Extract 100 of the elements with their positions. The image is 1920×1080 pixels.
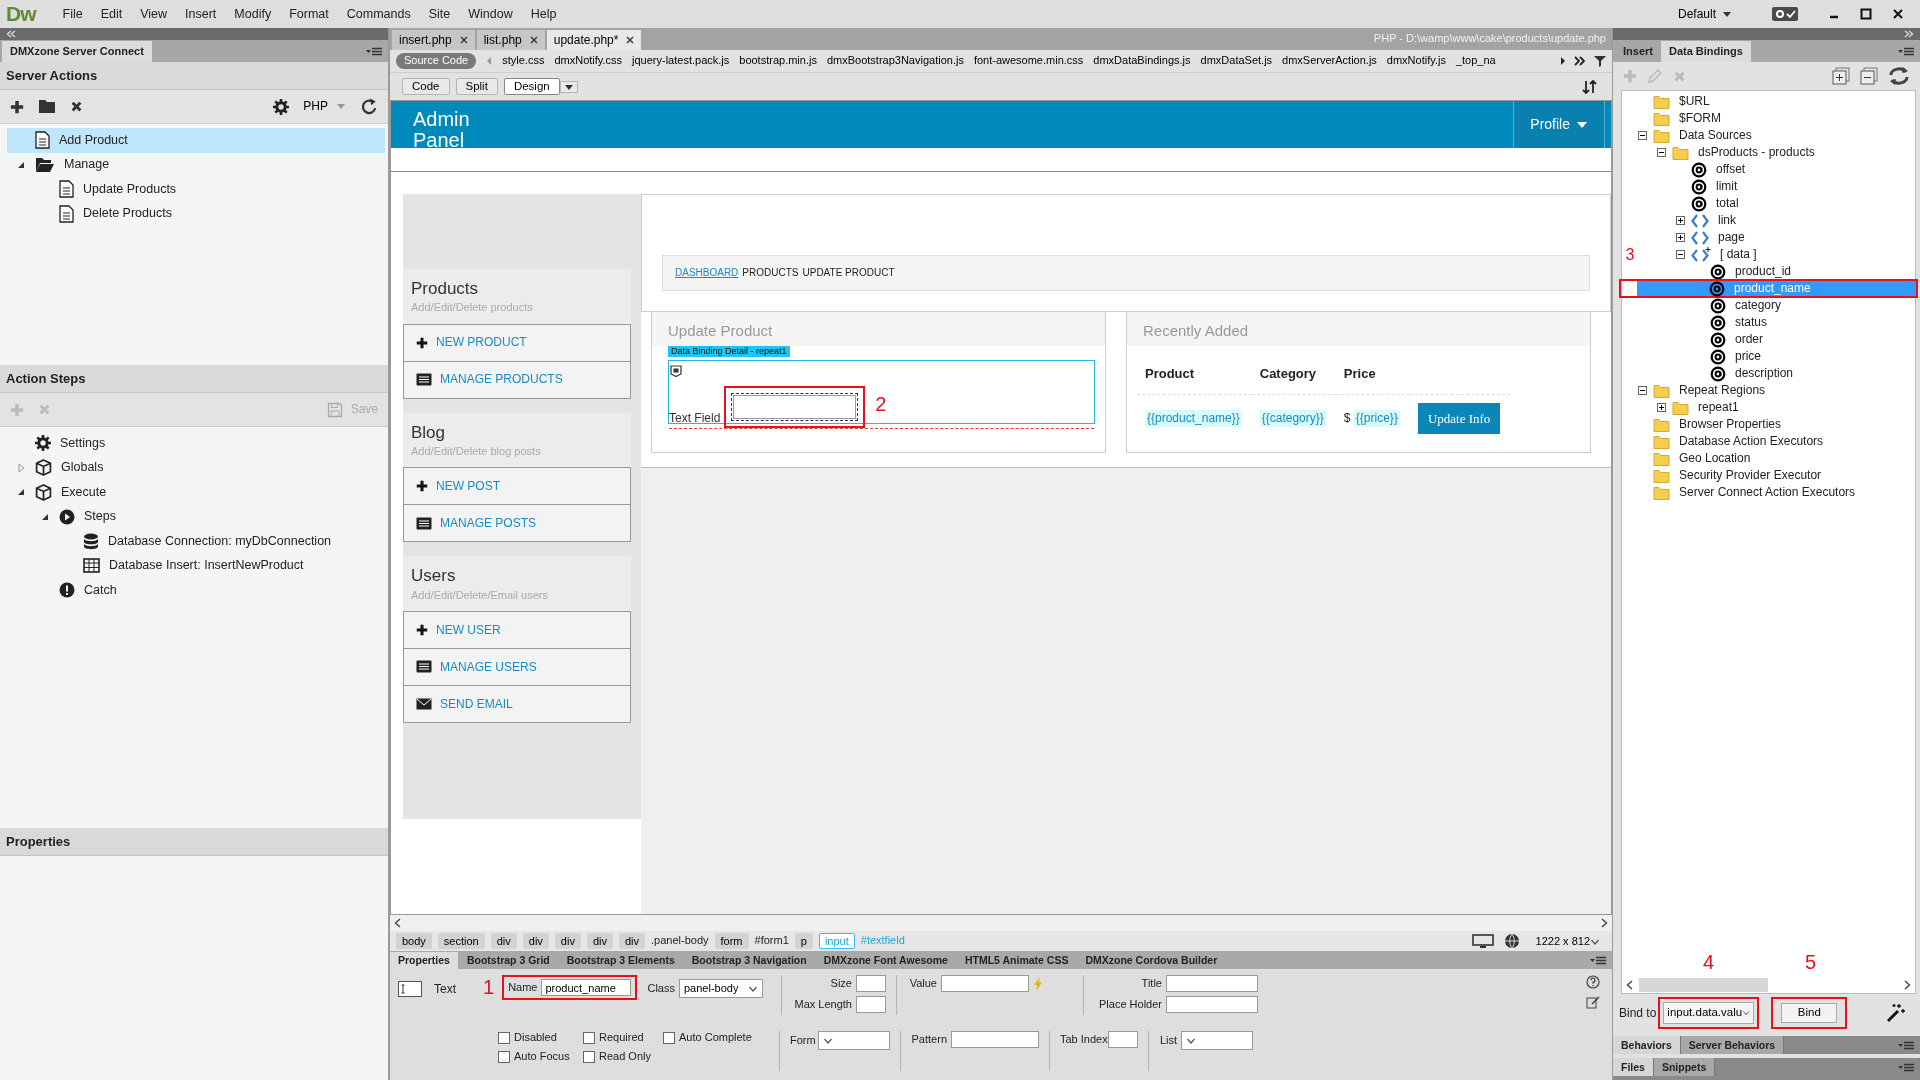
document-tab[interactable]: update.php* <box>546 29 642 50</box>
tree-item[interactable]: repeat1 <box>1638 399 1915 416</box>
tree-item[interactable]: Execute <box>7 480 385 505</box>
menu-item[interactable]: Commands <box>337 6 420 22</box>
panel-tab[interactable]: Snippets <box>1653 1058 1716 1076</box>
tree-item[interactable]: [ data ] <box>1638 246 1915 263</box>
tag-button[interactable]: div <box>618 933 646 949</box>
tree-item[interactable]: total <box>1638 195 1915 212</box>
bind-target-select[interactable]: input.data.valu <box>1663 1002 1755 1024</box>
checkbox[interactable]: Auto Focus <box>498 1050 583 1064</box>
menu-item[interactable]: Edit <box>91 6 132 22</box>
related-file[interactable]: _top_na <box>1455 54 1496 68</box>
checkbox[interactable]: Required <box>583 1031 663 1045</box>
tree-item[interactable]: Catch <box>7 578 385 603</box>
related-file[interactable]: dmxServerAction.js <box>1282 54 1377 68</box>
tree-item[interactable]: Database Action Executors <box>1638 433 1915 450</box>
tree-item[interactable]: Globals <box>7 455 385 480</box>
checkbox[interactable]: Read Only <box>583 1050 663 1064</box>
related-file[interactable]: style.css <box>502 54 545 68</box>
tree-item[interactable]: offset <box>1638 161 1915 178</box>
tree-item[interactable]: order <box>1638 331 1915 348</box>
tree-item[interactable]: link <box>1638 212 1915 229</box>
tree-item[interactable]: Database Connection: myDbConnection <box>7 529 385 554</box>
menu-item[interactable]: Format <box>280 6 338 22</box>
tree-item[interactable]: $URL <box>1638 93 1915 110</box>
tree-item[interactable]: dsProducts - products <box>1638 144 1915 161</box>
tree-item[interactable]: Add Product <box>7 128 385 153</box>
workspace-switcher[interactable]: Default <box>1677 6 1732 22</box>
view-button[interactable]: Code <box>402 77 450 96</box>
checkbox[interactable]: Disabled <box>498 1031 583 1045</box>
menu-item[interactable]: Window <box>459 6 522 22</box>
language-select[interactable]: PHP <box>303 99 346 114</box>
tree-item[interactable]: Update Products <box>7 177 385 202</box>
tree-item[interactable]: Security Provider Executor <box>1638 467 1915 484</box>
related-file[interactable]: font-awesome.min.css <box>973 54 1084 68</box>
tag-button[interactable]: form <box>714 933 749 949</box>
sidebar-link[interactable]: NEW PRODUCT <box>403 323 631 362</box>
tree-item[interactable]: page <box>1638 229 1915 246</box>
breadcrumb-link[interactable]: DASHBOARD <box>675 267 739 279</box>
tag-button[interactable]: section <box>437 933 485 949</box>
source-code-button[interactable]: Source Code <box>396 53 477 69</box>
tree-item[interactable]: Browser Properties <box>1638 416 1915 433</box>
tag-button[interactable]: body <box>396 933 432 949</box>
view-button[interactable]: Design <box>503 77 560 96</box>
sidebar-link[interactable]: MANAGE POSTS <box>403 504 631 543</box>
panel-tab[interactable]: Properties <box>390 952 458 969</box>
tag-button[interactable]: p <box>794 933 813 949</box>
input-field[interactable]: product_name <box>541 979 632 996</box>
tree-item[interactable]: Delete Products <box>7 201 385 226</box>
panel-tab[interactable]: Data Bindings <box>1660 40 1751 62</box>
menu-item[interactable]: Insert <box>176 6 226 22</box>
related-file[interactable]: dmxNotify.css <box>554 54 623 68</box>
tree-item[interactable]: Repeat Regions <box>1638 382 1915 399</box>
tree-item[interactable]: Geo Location <box>1638 450 1915 467</box>
related-file[interactable]: dmxDataBindings.js <box>1093 54 1191 68</box>
tag-button[interactable]: div <box>522 933 549 949</box>
window-size-select[interactable]: 1222 x 812 <box>1529 933 1606 949</box>
related-file[interactable]: jquery-latest.pack.js <box>632 54 730 68</box>
bind-button[interactable]: Bind <box>1781 1003 1838 1023</box>
sidebar-link[interactable]: NEW POST <box>403 467 631 506</box>
menu-item[interactable]: File <box>53 6 92 22</box>
related-file[interactable]: dmxNotify.js <box>1386 54 1446 68</box>
tree-item[interactable]: $FORM <box>1638 110 1915 127</box>
panel-tab[interactable]: Files <box>1613 1058 1654 1076</box>
tag-button[interactable]: div <box>586 933 613 949</box>
tree-item[interactable]: Settings <box>7 431 385 456</box>
tree-item[interactable]: Manage <box>7 152 385 177</box>
tree-item[interactable]: category <box>1638 297 1915 314</box>
class-select[interactable]: panel-body <box>679 979 763 998</box>
tag-button[interactable]: div <box>490 933 517 949</box>
sidebar-link[interactable]: SEND EMAIL <box>403 684 631 723</box>
view-button[interactable]: Split <box>455 77 498 96</box>
menu-item[interactable]: Modify <box>225 6 281 22</box>
tree-item[interactable]: price <box>1638 348 1915 365</box>
sidebar-link[interactable]: MANAGE PRODUCTS <box>403 360 631 399</box>
sidebar-link[interactable]: NEW USER <box>403 610 631 649</box>
tree-item[interactable]: Data Sources <box>1638 127 1915 144</box>
tree-item[interactable]: Server Connect Action Executors <box>1638 484 1915 501</box>
menu-item[interactable]: View <box>131 6 177 22</box>
tree-item[interactable]: status <box>1638 314 1915 331</box>
sidebar-link[interactable]: MANAGE USERS <box>403 647 631 686</box>
tree-item[interactable]: Steps <box>7 504 385 529</box>
menu-item[interactable]: Help <box>521 6 566 22</box>
panel-tab[interactable]: Server Behaviors <box>1680 1036 1785 1054</box>
document-tab[interactable]: insert.php <box>392 29 475 50</box>
profile-button[interactable]: Profile <box>1513 101 1605 148</box>
tree-item[interactable]: limit <box>1638 178 1915 195</box>
tree-item[interactable]: product_id <box>1638 263 1915 280</box>
related-file[interactable]: bootstrap.min.js <box>739 54 817 68</box>
panel-tab[interactable]: Behaviors <box>1613 1036 1681 1054</box>
menu-item[interactable]: Site <box>419 6 460 22</box>
panel-tab[interactable]: DMXzone Server Connect <box>2 40 152 62</box>
tree-item[interactable]: description <box>1638 365 1915 382</box>
tree-item[interactable]: Database Insert: InsertNewProduct <box>7 553 385 578</box>
related-file[interactable]: dmxDataSet.js <box>1200 54 1273 68</box>
document-tab[interactable]: list.php <box>476 29 545 50</box>
tag-button[interactable]: div <box>554 933 581 949</box>
update-button[interactable]: Update Info <box>1417 402 1501 435</box>
checkbox[interactable]: Auto Complete <box>663 1031 773 1045</box>
related-file[interactable]: dmxBootstrap3Navigation.js <box>826 54 964 68</box>
